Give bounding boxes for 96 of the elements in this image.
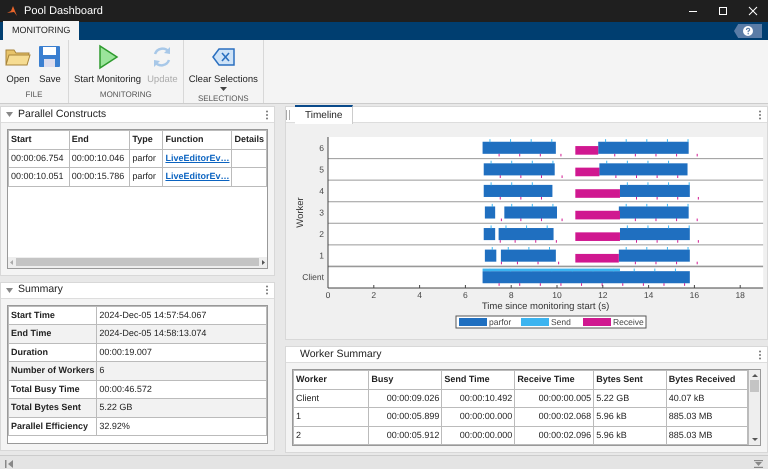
table-cell: 885.03 MB [666, 408, 748, 426]
tick-label: 14 [644, 290, 654, 300]
column-header[interactable]: Send Time [442, 370, 515, 389]
axis-title: Time since monitoring start (s) [482, 301, 610, 312]
row-label: Number of Workers [8, 362, 97, 380]
tick-label: 3 [319, 208, 324, 218]
tick-label: 1 [319, 250, 324, 261]
help-button[interactable] [734, 24, 762, 38]
more-options-icon[interactable] [758, 110, 762, 120]
row-value: 5.22 GB [96, 398, 266, 417]
drag-handle-icon[interactable] [286, 110, 290, 120]
table-cell: 00:00:02.068 [514, 408, 594, 426]
table-cell: 5.22 GB [594, 389, 666, 408]
tick-label: 12 [598, 290, 608, 300]
scrollbar-thumb[interactable] [750, 380, 760, 392]
collapse-arrow-icon[interactable] [6, 288, 13, 292]
panel-title: Worker Summary [300, 346, 382, 362]
column-header[interactable]: Type [130, 130, 163, 149]
panel-title: Parallel Constructs [18, 106, 106, 122]
table-cell: 00:00:00.005 [514, 389, 594, 408]
table-cell: 00:00:10.046 [69, 149, 130, 168]
table-cell: 00:00:05.899 [368, 408, 442, 426]
axis-title: Worker [295, 197, 306, 228]
row-value: 32.92% [96, 417, 266, 436]
tick-label: 2 [319, 229, 324, 240]
tick-label: 16 [690, 290, 700, 300]
window-title: Pool Dashboard [24, 4, 103, 19]
tick-label: 5 [319, 164, 324, 174]
table-cell: parfor [130, 168, 163, 186]
scrollbar-thumb[interactable] [16, 258, 259, 266]
panel-title: Summary [18, 282, 63, 298]
tick-label: 8 [508, 290, 514, 300]
table-cell: 00:00:10.492 [442, 389, 515, 408]
more-options-icon[interactable] [265, 110, 269, 120]
column-header[interactable]: Start [8, 130, 70, 149]
row-label: Total Bytes Sent [8, 398, 97, 417]
more-options-icon[interactable] [265, 285, 269, 295]
column-header[interactable]: Bytes Received [666, 370, 748, 389]
collapse-icon[interactable] [5, 460, 13, 468]
ribbon-tab[interactable]: MONITORING [3, 20, 80, 40]
section-label: MONITORING [98, 89, 153, 101]
row-label: End Time [8, 324, 97, 343]
maximize-icon[interactable] [718, 6, 728, 16]
table-cell: 5.96 kB [594, 408, 666, 426]
toolbar-button[interactable]: Clear Selections [186, 42, 260, 93]
section-label: SELECTIONS [196, 92, 250, 105]
table-cell: parfor [130, 149, 163, 168]
legend-label: parfor [489, 317, 512, 327]
collapse-arrow-icon[interactable] [6, 112, 13, 117]
table-cell: 2 [294, 426, 369, 444]
tick-label: 6 [463, 290, 468, 300]
column-header[interactable]: End [69, 130, 130, 149]
legend-label: Receive [613, 317, 644, 327]
table-cell: 00:00:10.051 [8, 168, 70, 186]
table-cell: 00:00:00.000 [442, 408, 515, 426]
table-cell: 00:00:05.912 [368, 426, 442, 444]
tick-label: 6 [319, 142, 324, 153]
toolbar-button[interactable]: Open [3, 42, 33, 89]
toolbar-button[interactable]: Start Monitoring [72, 42, 144, 89]
app-logo-icon [6, 4, 18, 17]
table-cell: 40.07 kB [666, 389, 748, 408]
table-cell: 00:00:15.786 [69, 168, 130, 186]
tick-label: 4 [417, 290, 422, 300]
expand-icon[interactable] [754, 460, 763, 468]
table-cell: Client [294, 389, 369, 408]
table-cell: 00:00:00.000 [442, 426, 515, 444]
column-header[interactable]: Bytes Sent [594, 370, 666, 389]
tick-label: 0 [326, 290, 330, 300]
column-header[interactable]: Function [162, 130, 232, 149]
table-cell: 00:00:09.026 [368, 389, 442, 408]
row-value: 2024-Dec-05 14:57:54.067 [96, 306, 266, 324]
tick-label: 10 [552, 290, 562, 300]
tick-label: Client [302, 272, 324, 282]
tick-label: 18 [735, 290, 745, 300]
close-icon[interactable] [748, 6, 758, 16]
column-header[interactable]: Details [232, 130, 266, 149]
table-cell: 1 [294, 408, 369, 426]
more-options-icon[interactable] [758, 350, 762, 360]
row-value: 2024-Dec-05 14:58:13.074 [96, 324, 266, 343]
table-cell: 00:00:02.096 [514, 426, 594, 444]
table-cell: 00:00:06.754 [8, 149, 70, 168]
row-label: Start Time [8, 306, 97, 324]
column-header[interactable]: Worker [294, 370, 369, 389]
help-icon [743, 26, 753, 36]
table-cell: 885.03 MB [666, 426, 748, 444]
table-cell: 5.96 kB [594, 426, 666, 444]
row-value: 6 [96, 362, 266, 380]
row-label: Parallel Efficiency [8, 417, 97, 436]
column-header[interactable]: Receive Time [514, 370, 594, 389]
toolbar-button[interactable]: Save [35, 42, 65, 89]
section-label: FILE [24, 89, 44, 101]
tick-label: 2 [371, 290, 376, 300]
legend-label: Send [551, 317, 571, 327]
panel-tab[interactable]: Timeline [295, 105, 354, 124]
tick-label: 4 [319, 186, 324, 196]
column-header[interactable]: Busy [368, 370, 442, 389]
